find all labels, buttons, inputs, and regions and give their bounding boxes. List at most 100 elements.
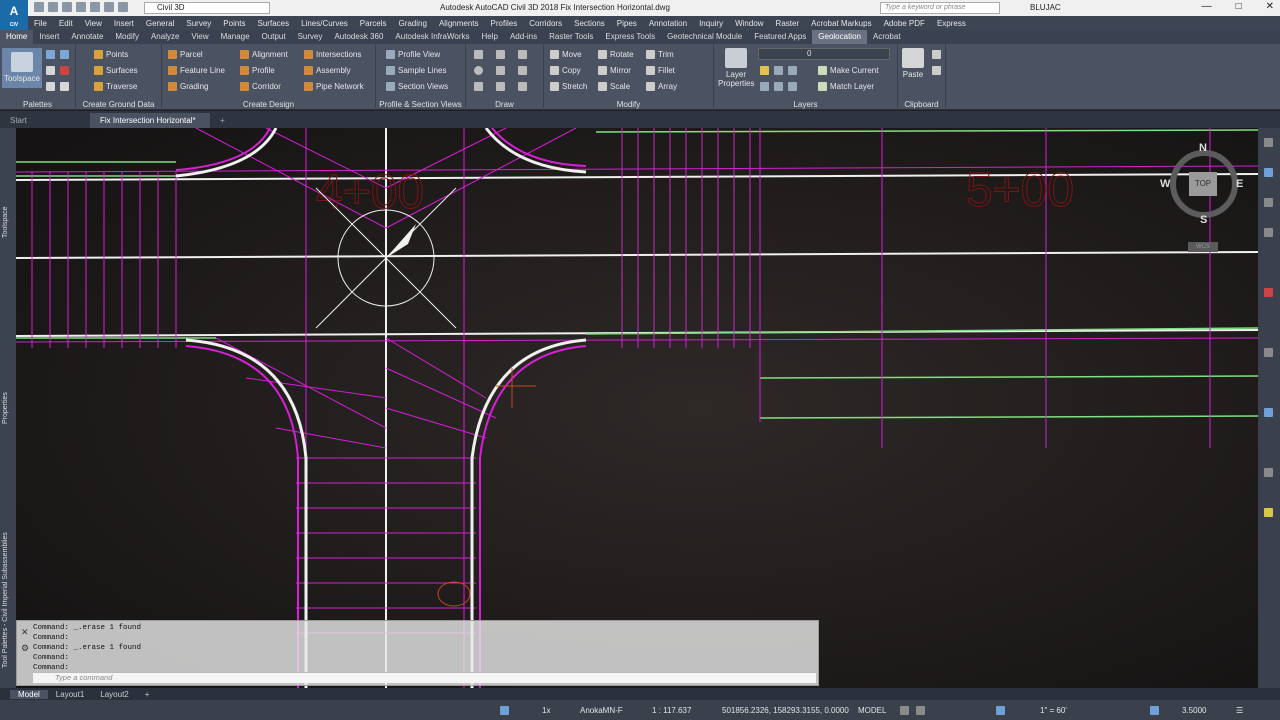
tab-raster-tools[interactable]: Raster Tools <box>543 30 599 44</box>
spline-icon[interactable] <box>474 82 483 91</box>
mirror-button[interactable]: Mirror <box>598 66 631 75</box>
tab-layout2[interactable]: Layout2 <box>92 690 136 699</box>
command-settings-icon[interactable]: ⚙ <box>21 643 29 654</box>
menu-edit[interactable]: Edit <box>53 19 79 28</box>
add-layout-icon[interactable]: + <box>137 690 158 699</box>
snap-icon[interactable] <box>916 706 925 715</box>
user-account[interactable]: BLUJAC <box>1030 3 1061 12</box>
osnap-icon[interactable] <box>996 706 1005 715</box>
layer-iso-icon[interactable] <box>760 82 769 91</box>
rectangle-icon[interactable] <box>518 66 527 75</box>
menu-profiles[interactable]: Profiles <box>485 19 524 28</box>
orbit-icon[interactable] <box>1264 198 1273 207</box>
tab-survey[interactable]: Survey <box>292 30 329 44</box>
intersections-button[interactable]: Intersections <box>304 50 361 59</box>
command-window[interactable]: ✕ ⚙ Command: _.erase 1 found Command: Co… <box>16 620 819 686</box>
redo-icon[interactable] <box>118 2 128 12</box>
menu-annotation[interactable]: Annotation <box>643 19 693 28</box>
menu-window[interactable]: Window <box>729 19 769 28</box>
scale-button[interactable]: Scale <box>598 82 630 91</box>
tab-featured-apps[interactable]: Featured Apps <box>748 30 812 44</box>
tab-acrobat[interactable]: Acrobat <box>867 30 907 44</box>
ellipse-icon[interactable] <box>496 82 505 91</box>
menu-sections[interactable]: Sections <box>568 19 611 28</box>
workspace-dropdown[interactable]: Civil 3D <box>144 2 270 14</box>
annotation-visibility[interactable]: 1x <box>542 706 550 715</box>
maximize-icon[interactable]: □ <box>1236 1 1242 12</box>
menu-file[interactable]: File <box>28 19 53 28</box>
alignment-button[interactable]: Alignment <box>240 50 288 59</box>
toolspace-side-label[interactable]: Toolspace <box>2 206 9 238</box>
tab-model[interactable]: Model <box>10 689 48 699</box>
coordinate-system[interactable]: AnokaMN-F <box>580 706 623 715</box>
make-current-button[interactable]: Make Current <box>818 66 878 75</box>
layer-off-icon[interactable] <box>788 82 797 91</box>
tab-view[interactable]: View <box>185 30 214 44</box>
annotation-scale[interactable]: 1 : 117.637 <box>652 706 691 715</box>
tab-layout1[interactable]: Layout1 <box>48 690 92 699</box>
app-logo-button[interactable]: A CIV <box>0 0 28 30</box>
move-button[interactable]: Move <box>550 50 582 59</box>
compass-n[interactable]: N <box>1199 142 1207 154</box>
menu-adobe-pdf[interactable]: Adobe PDF <box>878 19 931 28</box>
wcs-dropdown[interactable]: WCS <box>1188 242 1218 252</box>
corridor-button[interactable]: Corridor <box>240 82 281 91</box>
menu-parcels[interactable]: Parcels <box>354 19 393 28</box>
pan-icon[interactable] <box>1264 138 1273 147</box>
surfaces-button[interactable]: Surfaces <box>94 66 138 75</box>
menu-general[interactable]: General <box>140 19 180 28</box>
tab-geotechnical[interactable]: Geotechnical Module <box>661 30 748 44</box>
circle-icon[interactable] <box>474 66 483 75</box>
sheet-set-icon[interactable] <box>60 82 69 91</box>
tab-analyze[interactable]: Analyze <box>145 30 185 44</box>
prospector-icon[interactable] <box>46 50 55 59</box>
menu-inquiry[interactable]: Inquiry <box>693 19 729 28</box>
menu-grading[interactable]: Grading <box>392 19 432 28</box>
tab-annotate[interactable]: Annotate <box>65 30 109 44</box>
drawing-canvas[interactable]: 4+00 5+00 TOP N S E W WCS <box>16 128 1258 688</box>
menu-lines-curves[interactable]: Lines/Curves <box>295 19 354 28</box>
properties-side-label[interactable]: Properties <box>2 392 9 424</box>
layer-properties-button[interactable]: Layer Properties <box>718 48 754 88</box>
close-icon[interactable]: ✕ <box>1266 1 1274 12</box>
measure-icon[interactable] <box>1264 348 1273 357</box>
menu-raster[interactable]: Raster <box>770 19 806 28</box>
trim-button[interactable]: Trim <box>646 50 674 59</box>
menu-surfaces[interactable]: Surfaces <box>252 19 296 28</box>
tool-palettes-side-label[interactable]: Tool Palettes - Civil Imperial Subassemb… <box>2 532 9 668</box>
doc-tab-start[interactable]: Start <box>0 113 90 128</box>
tab-autodesk-360[interactable]: Autodesk 360 <box>328 30 389 44</box>
stretch-button[interactable]: Stretch <box>550 82 587 91</box>
pipe-network-button[interactable]: Pipe Network <box>304 82 364 91</box>
sample-lines-button[interactable]: Sample Lines <box>386 66 446 75</box>
paste-button[interactable]: Paste <box>900 48 926 79</box>
isolate-icon[interactable] <box>1150 706 1159 715</box>
tab-manage[interactable]: Manage <box>215 30 256 44</box>
command-close-icon[interactable]: ✕ <box>21 627 29 638</box>
tool-palette-icon[interactable] <box>60 66 69 75</box>
menu-pipes[interactable]: Pipes <box>611 19 643 28</box>
parcel-button[interactable]: Parcel <box>168 50 203 59</box>
assembly-button[interactable]: Assembly <box>304 66 351 75</box>
new-icon[interactable] <box>34 2 44 12</box>
snap-tool-icon[interactable] <box>1264 288 1273 297</box>
layer-dropdown[interactable]: 0 <box>758 48 890 60</box>
command-input[interactable]: Type a command <box>33 672 816 683</box>
fillet-button[interactable]: Fillet <box>646 66 675 75</box>
tab-geolocation[interactable]: Geolocation <box>812 30 867 44</box>
save-icon[interactable] <box>62 2 72 12</box>
open-icon[interactable] <box>48 2 58 12</box>
layer-icon[interactable] <box>1264 408 1273 417</box>
minimize-icon[interactable]: — <box>1202 1 1212 12</box>
menu-survey[interactable]: Survey <box>180 19 217 28</box>
new-tab-icon[interactable]: + <box>210 113 235 128</box>
clipboard-copy-icon[interactable] <box>932 66 941 75</box>
copy-button[interactable]: Copy <box>550 66 581 75</box>
layer-uniso-icon[interactable] <box>774 82 783 91</box>
rotate-button[interactable]: Rotate <box>598 50 634 59</box>
line-icon[interactable] <box>474 50 483 59</box>
tab-modify[interactable]: Modify <box>109 30 145 44</box>
tab-home[interactable]: Home <box>0 30 34 44</box>
viewcube-top[interactable]: TOP <box>1189 172 1217 196</box>
menu-acrobat-markups[interactable]: Acrobat Markups <box>805 19 877 28</box>
